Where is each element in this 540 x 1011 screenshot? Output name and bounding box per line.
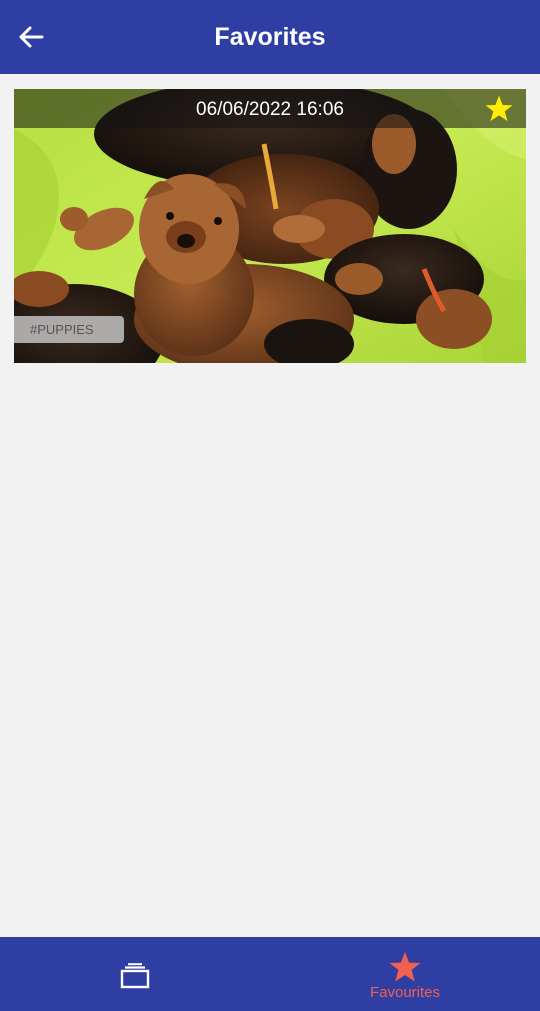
star-icon <box>389 952 421 982</box>
tag-chip[interactable]: #PUPPIES <box>14 316 124 343</box>
photo-card[interactable]: 06/06/2022 16:06 #PUPPIES <box>14 89 526 363</box>
bottom-navigation: Favourites <box>0 937 540 1011</box>
date-overlay: 06/06/2022 16:06 <box>14 89 526 128</box>
star-icon[interactable] <box>484 94 514 124</box>
nav-item-gallery[interactable] <box>0 937 270 1011</box>
page-title: Favorites <box>214 23 326 51</box>
photo-date: 06/06/2022 16:06 <box>196 99 344 120</box>
photo-stack-icon <box>120 963 150 989</box>
app-bar: Favorites <box>0 0 540 74</box>
nav-label-favourites: Favourites <box>369 984 441 1001</box>
nav-item-favourites[interactable]: Favourites <box>270 937 540 1011</box>
favorites-list: 06/06/2022 16:06 #PUPPIES <box>0 74 540 937</box>
